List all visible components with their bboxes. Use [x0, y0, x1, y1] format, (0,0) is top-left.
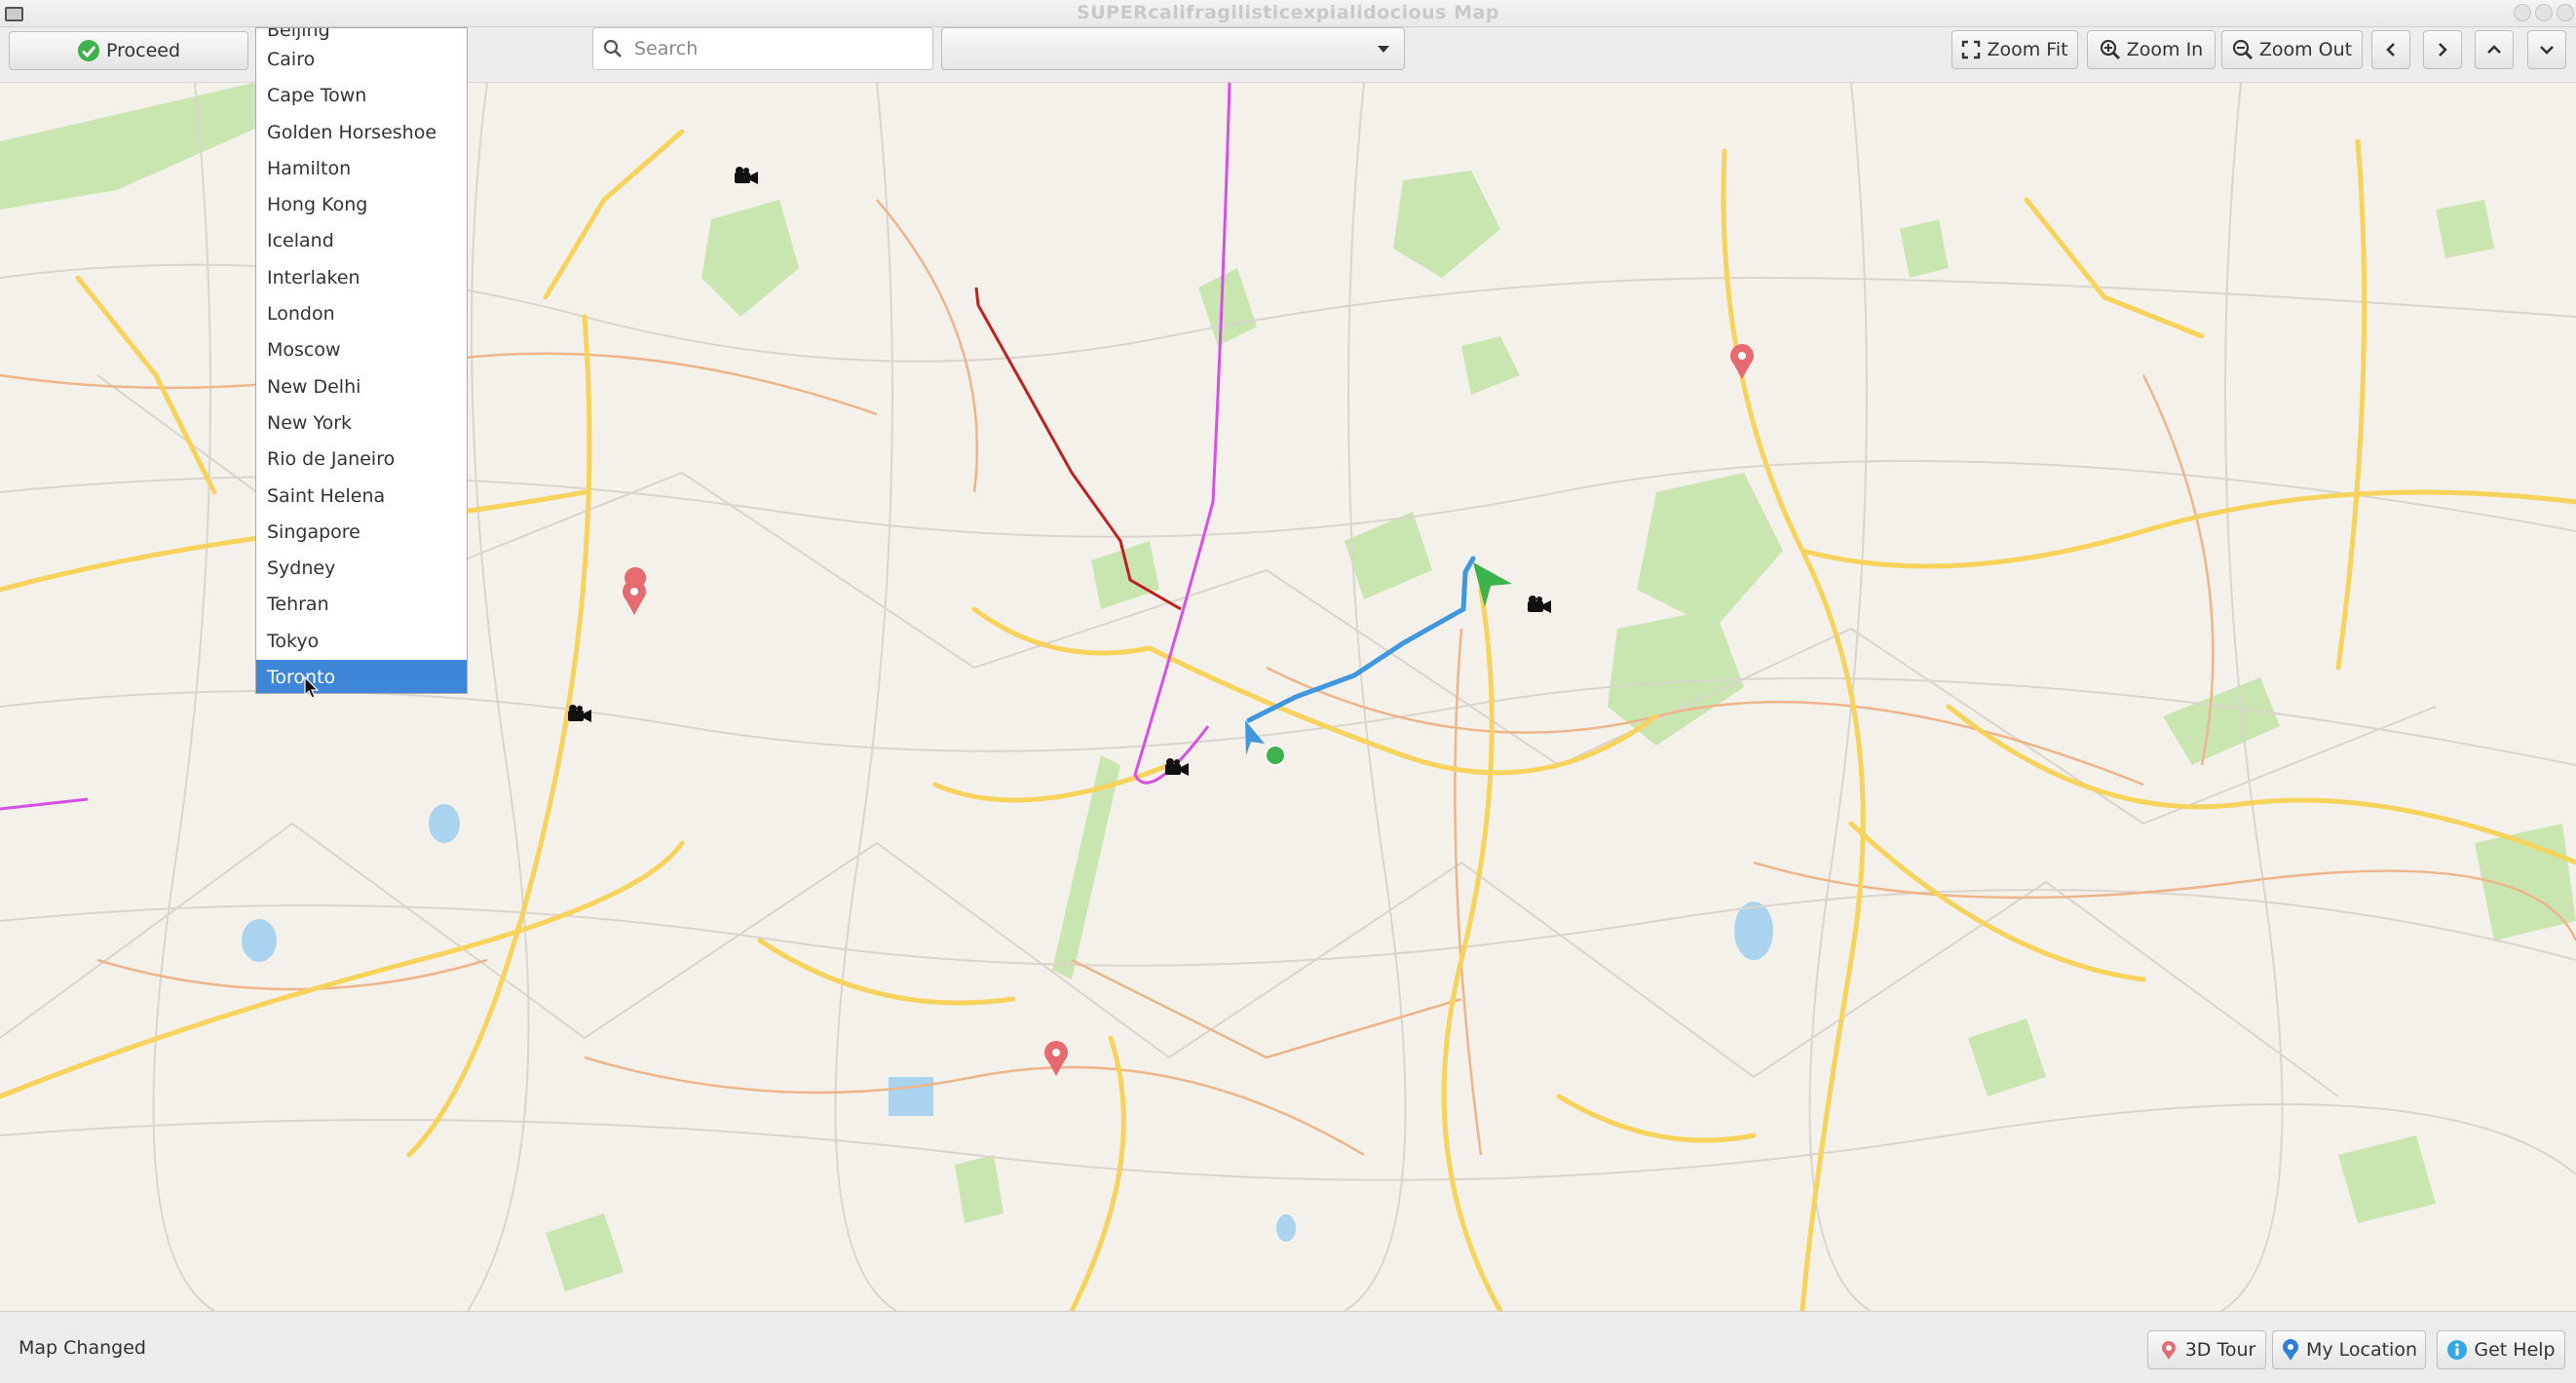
pin-center [1052, 1049, 1060, 1056]
status-message: Map Changed [19, 1337, 146, 1359]
city-list-item[interactable]: Moscow [256, 332, 467, 368]
chevron-right-icon [2439, 43, 2447, 57]
check-icon [77, 40, 99, 61]
city-list-item[interactable]: Toronto [256, 660, 467, 693]
pan-up-button[interactable] [2475, 30, 2514, 69]
chevron-left-icon [2386, 43, 2395, 57]
search-box[interactable] [592, 27, 933, 70]
city-list-item[interactable]: New Delhi [256, 369, 467, 405]
zoom-fit-button[interactable]: Zoom Fit [1951, 30, 2078, 69]
search-icon [603, 39, 622, 58]
fit-icon [1962, 40, 1981, 59]
partial-list-item[interactable]: Beijing [256, 28, 467, 42]
maximize-button[interactable] [2535, 4, 2553, 21]
title-bar: SUPERcalifragilisticexpialidocious Map [0, 0, 2576, 27]
city-list-item[interactable]: Tokyo [256, 624, 467, 660]
minimize-button[interactable] [2514, 4, 2531, 21]
proceed-button[interactable]: Proceed [9, 31, 248, 70]
zoom-out-label: Zoom Out [2258, 39, 2353, 60]
info-icon [2447, 1340, 2468, 1360]
zoom-in-icon [2100, 39, 2120, 60]
mouse-cursor-icon [304, 676, 320, 699]
get-help-label: Get Help [2474, 1339, 2556, 1361]
location-combo[interactable] [941, 27, 1405, 70]
zoom-out-button[interactable]: Zoom Out [2221, 30, 2363, 69]
zoom-out-icon [2232, 39, 2253, 60]
window-title: SUPERcalifragilisticexpialidocious Map [1077, 2, 1499, 23]
city-list-item[interactable]: Interlaken [256, 260, 467, 296]
get-help-button[interactable]: Get Help [2437, 1330, 2565, 1369]
my-location-label: My Location [2305, 1339, 2418, 1361]
my-location-button[interactable]: My Location [2272, 1330, 2426, 1369]
3d-tour-button[interactable]: 3D Tour [2147, 1330, 2266, 1369]
city-list-item[interactable]: London [256, 296, 467, 332]
zoom-fit-label: Zoom Fit [1987, 39, 2068, 60]
pin-center [1738, 352, 1746, 360]
city-list-item[interactable]: Tehran [256, 587, 467, 623]
city-list-item[interactable]: Hamilton [256, 151, 467, 187]
chevron-up-icon [2487, 45, 2501, 54]
city-list-item[interactable]: Rio de Janeiro [256, 442, 467, 478]
tour-pin-icon [2161, 1341, 2176, 1360]
city-dropdown-list[interactable]: Beijing Cairo Cape Town Golden Horseshoe Ha… [255, 27, 468, 694]
zoom-in-label: Zoom In [2126, 39, 2204, 60]
city-list-item[interactable]: New York [256, 405, 467, 442]
chevron-down-icon [1378, 46, 1389, 53]
zoom-in-button[interactable]: Zoom In [2087, 30, 2216, 69]
pan-left-button[interactable] [2371, 30, 2410, 69]
city-list-item[interactable]: Golden Horseshoe [256, 115, 467, 151]
pan-down-button[interactable] [2527, 30, 2566, 69]
proceed-label: Proceed [105, 40, 181, 61]
close-button[interactable] [2557, 4, 2574, 21]
city-list-item[interactable]: Singapore [256, 515, 467, 551]
chevron-down-icon [2540, 46, 2554, 55]
location-pin-icon [2282, 1339, 2298, 1361]
city-list-item[interactable]: Hong Kong [256, 187, 467, 223]
city-list-item[interactable]: Cape Town [256, 78, 467, 114]
city-list-item[interactable]: Sydney [256, 551, 467, 587]
pan-right-button[interactable] [2423, 30, 2462, 69]
3d-tour-label: 3D Tour [2184, 1339, 2256, 1361]
route-start-dot-icon[interactable] [1265, 745, 1286, 766]
city-list-item[interactable]: Iceland [256, 223, 467, 259]
city-list-item[interactable]: Saint Helena [256, 479, 467, 515]
search-input[interactable] [632, 37, 919, 60]
pin-center [630, 588, 638, 595]
city-list-item[interactable]: Cairo [256, 42, 467, 78]
